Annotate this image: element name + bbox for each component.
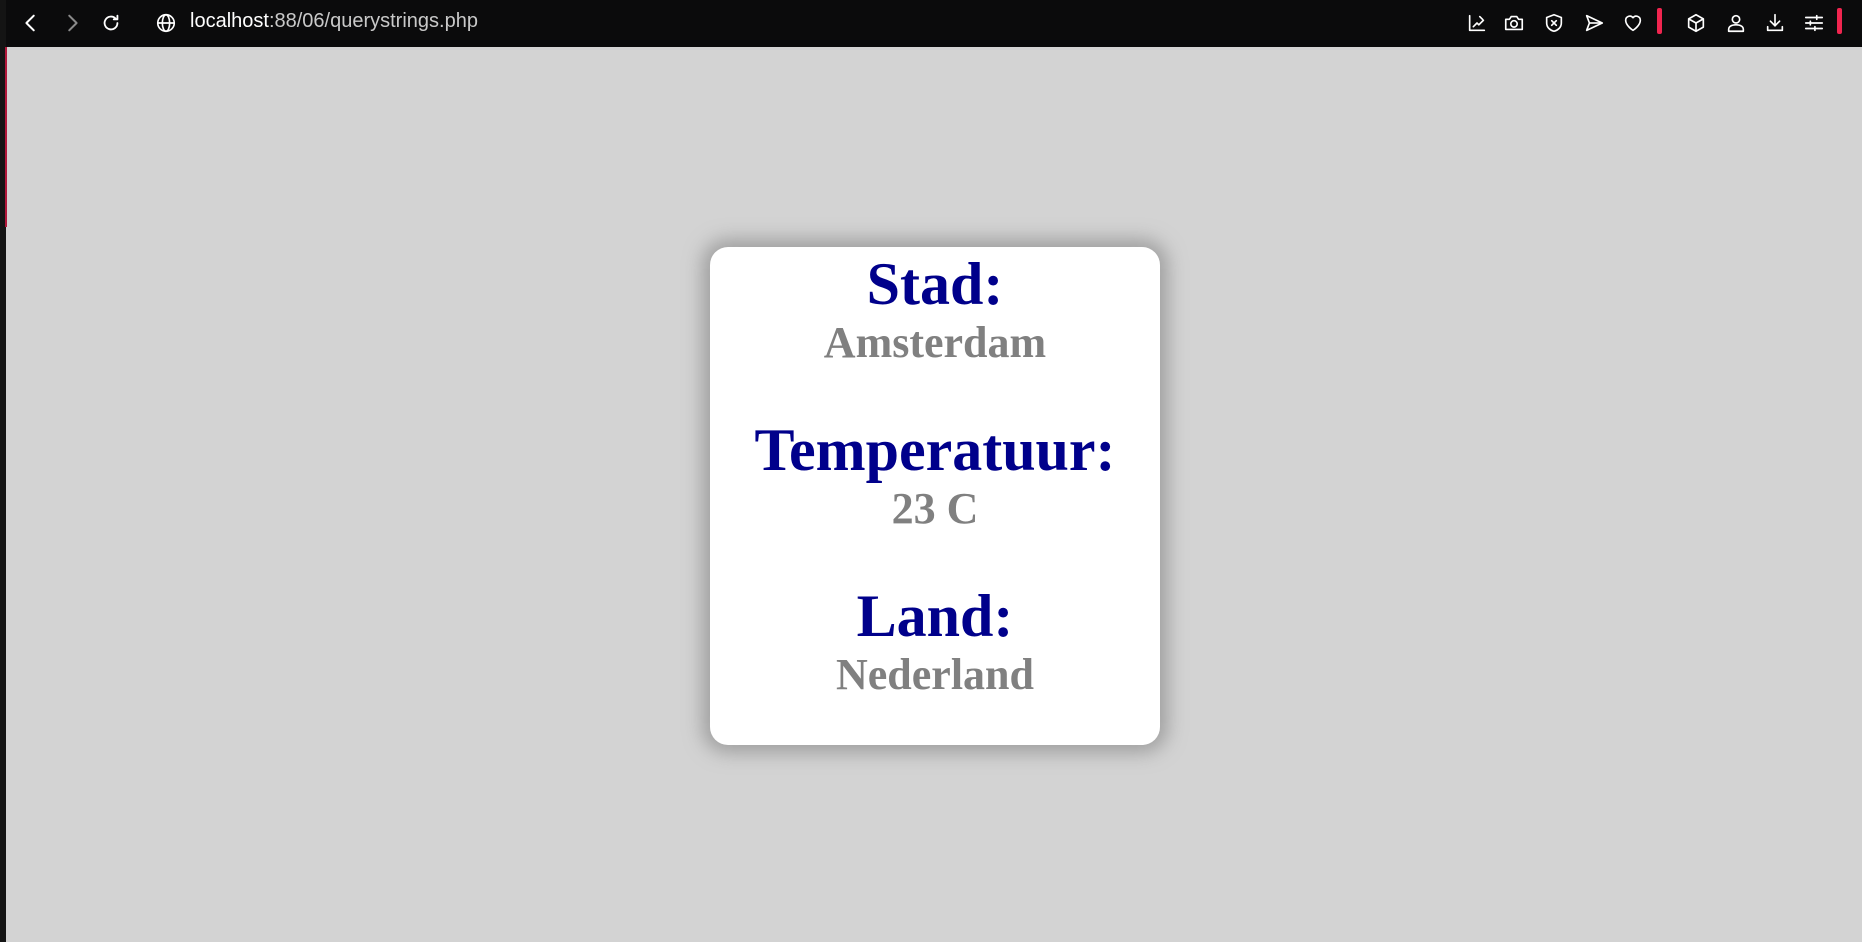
- temperature-value: 23 C: [891, 484, 979, 533]
- profile-button[interactable]: [1722, 9, 1750, 37]
- screenshot-button[interactable]: [1500, 9, 1528, 37]
- settings-sliders-icon: [1804, 14, 1824, 32]
- globe-icon: [156, 13, 176, 33]
- forward-button[interactable]: [58, 9, 86, 37]
- window-left-edge: [0, 0, 7, 942]
- download-icon: [1766, 13, 1784, 32]
- camera-icon: [1504, 15, 1524, 31]
- accent-indicator: [1657, 8, 1662, 34]
- reload-icon: [103, 14, 119, 31]
- accent-indicator-right: [1837, 8, 1842, 34]
- chevron-left-icon: [25, 14, 35, 32]
- chevron-right-icon: [68, 14, 78, 32]
- country-label: Land:: [856, 583, 1014, 649]
- back-button[interactable]: [17, 9, 45, 37]
- country-value: Nederland: [836, 650, 1034, 699]
- heart-icon: [1624, 15, 1642, 32]
- downloads-button[interactable]: [1761, 9, 1789, 37]
- temperature-label: Temperatuur:: [754, 417, 1116, 483]
- send-button[interactable]: [1580, 9, 1608, 37]
- city-value: Amsterdam: [823, 318, 1047, 367]
- profile-icon: [1727, 14, 1745, 33]
- edit-chart-icon: [1468, 14, 1486, 32]
- send-icon: [1585, 14, 1604, 32]
- url-host: localhost: [190, 9, 269, 32]
- city-label: Stad:: [866, 251, 1004, 317]
- weather-card: Stad: Amsterdam Temperatuur: 23 C Land: …: [710, 247, 1160, 745]
- reload-button[interactable]: [97, 9, 125, 37]
- shield-button[interactable]: [1540, 9, 1568, 37]
- url-path: :88/06/querystrings.php: [268, 9, 478, 32]
- shield-x-icon: [1545, 13, 1563, 33]
- settings-button[interactable]: [1800, 9, 1828, 37]
- cube-icon: [1687, 13, 1705, 33]
- favorites-button[interactable]: [1619, 9, 1647, 37]
- site-info-button[interactable]: [152, 9, 180, 37]
- extensions-button[interactable]: [1682, 9, 1710, 37]
- edit-chart-button[interactable]: [1463, 9, 1491, 37]
- browser-toolbar: localhost:88/06/querystrings.php: [0, 0, 1862, 47]
- address-bar[interactable]: localhost:88/06/querystrings.php: [190, 0, 478, 42]
